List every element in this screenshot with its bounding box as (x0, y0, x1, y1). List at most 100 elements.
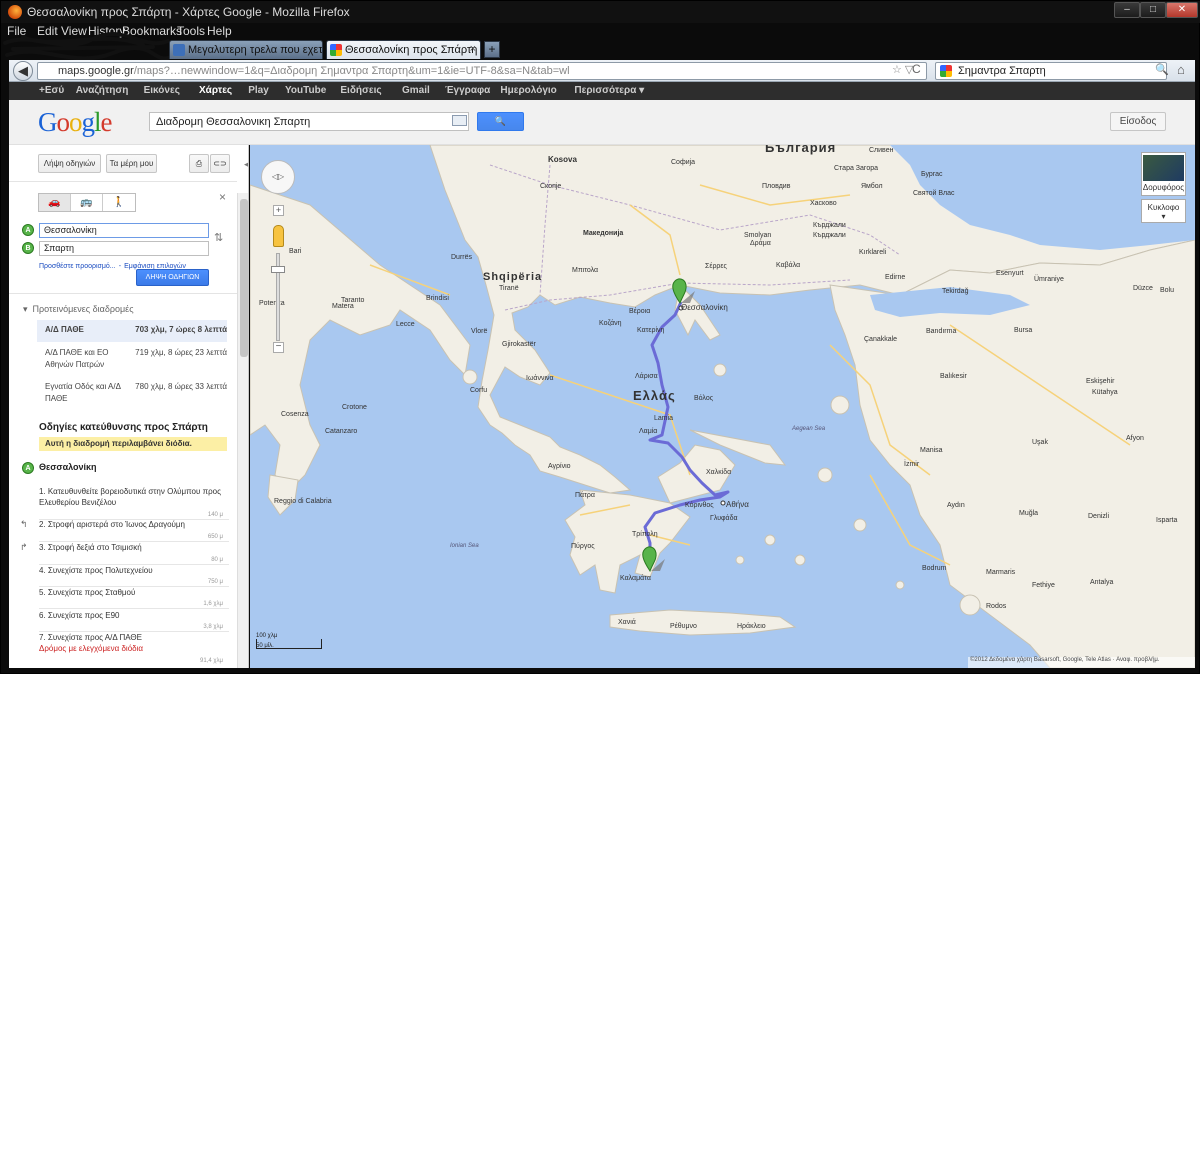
step-text: 1. Κατευθυνθείτε βορειοδυτικά στην Ολύμπ… (39, 487, 221, 507)
link-icon[interactable]: ⊂⊃ (210, 154, 230, 173)
direction-step[interactable]: 7. Συνεχίστε προς Α/Δ ΠΑΘΕ Δρόμος με ελε… (39, 632, 229, 664)
city-label: Σέρρες (705, 263, 727, 270)
city-label: Durrës (451, 254, 473, 261)
direction-step[interactable]: 6. Συνεχίστε προς E90 3,8 χλμ (39, 610, 229, 632)
step-distance: 91,4 χλμ (200, 658, 223, 664)
home-icon[interactable]: ⌂ (1177, 62, 1185, 77)
my-places-tab[interactable]: Τα μέρη μου (106, 154, 157, 173)
satellite-thumbnail (1143, 155, 1184, 181)
walk-mode-icon[interactable]: 🚶 (103, 194, 135, 211)
city-label: Γλυφάδα (710, 515, 738, 522)
google-bar-item[interactable]: Gmail (402, 85, 430, 96)
title-bar[interactable]: Θεσσαλονίκη προς Σπάρτη - Χάρτες Google … (1, 1, 1200, 23)
city-label: Vlorë (471, 328, 488, 335)
tab-label: Θεσσαλονίκη προς Σπάρτη -... (345, 44, 481, 56)
pan-control[interactable]: ◁▷ (261, 160, 295, 194)
google-bar-item[interactable]: Περισσότερα ▾ (574, 85, 644, 96)
new-tab-button[interactable]: + (484, 41, 500, 58)
corfu-land (462, 369, 478, 385)
maximize-button[interactable]: □ (1140, 2, 1166, 18)
route-info: 780 χλμ, 8 ώρες 33 λεπτά (135, 382, 227, 391)
zoom-out-button[interactable]: − (273, 342, 284, 353)
satellite-label: Δορυφόρος (1142, 183, 1185, 192)
search-go-icon[interactable]: 🔍 (1155, 63, 1169, 76)
google-bar-item[interactable]: Ειδήσεις (340, 85, 381, 96)
reload-icon[interactable]: C (912, 62, 921, 76)
google-bar-item[interactable]: Εικόνες (144, 85, 180, 96)
route-option[interactable]: Α/Δ ΠΑΘΕ και ΕΟ Αθηνών Πατρών 719 χλμ, 8… (37, 343, 227, 373)
sign-in-button[interactable]: Είσοδος (1110, 112, 1166, 131)
back-button[interactable]: ◀ (13, 61, 33, 81)
direction-step[interactable]: ↱ 3. Στροφή δεξιά στο Τσιμισκή 80 μ (20, 542, 229, 565)
google-logo[interactable]: Google (38, 107, 112, 138)
google-bar-item[interactable]: Χάρτες (199, 85, 232, 96)
city-dot (720, 500, 726, 506)
collapse-panel-icon[interactable]: ◀ (244, 159, 248, 170)
close-window-button[interactable]: ✕ (1166, 2, 1198, 18)
city-label: Хасково (810, 200, 837, 207)
route-option[interactable]: Εγνατία Οδός και Α/Δ ΠΑΘΕ 780 χλμ, 8 ώρε… (37, 377, 227, 407)
city-label: Κατερίνη (637, 327, 665, 334)
pegman-icon[interactable] (273, 225, 284, 247)
map-canvas[interactable]: България Ελλάς Shqipëria Aegean Sea Ioni… (250, 145, 1195, 668)
step-text: 4. Συνεχίστε προς Πολυτεχνείου (39, 566, 153, 575)
direction-step[interactable]: ↰ 2. Στροφή αριστερά στο Ίωνος Δραγούμη … (20, 519, 229, 542)
logo-letter: g (81, 107, 95, 137)
keyboard-icon[interactable] (452, 115, 467, 126)
suggested-routes-heading[interactable]: ▾ Προτεινόμενες διαδρομές (23, 304, 134, 315)
maps-search-input[interactable]: Διαδρομη Θεσσαλονικη Σπαρτη (149, 112, 469, 131)
zoom-control: + − (270, 205, 286, 357)
swap-icon[interactable]: ⇅ (214, 231, 223, 244)
google-bar-item[interactable]: Play (248, 85, 269, 96)
chios-land (817, 467, 833, 483)
menu-help[interactable]: Help (207, 24, 232, 38)
zoom-in-button[interactable]: + (273, 205, 284, 216)
google-search-engine-icon[interactable] (940, 65, 952, 77)
google-bar-item[interactable]: YouTube (285, 85, 326, 96)
tab-forum[interactable]: Μεγαλυτερη τρελα που εχετ... (169, 40, 323, 59)
panel-scrollbar[interactable] (237, 193, 248, 668)
city-label: Düzce (1133, 285, 1153, 292)
satellite-toggle[interactable]: Δορυφόρος (1141, 152, 1186, 196)
tab-google-maps[interactable]: Θεσσαλονίκη προς Σπάρτη -... × (326, 40, 481, 59)
direction-step[interactable]: 1. Κατευθυνθείτε βορειοδυτικά στην Ολύμπ… (39, 486, 229, 520)
firefox-icon (8, 5, 22, 19)
traffic-toggle[interactable]: Κυκλοφο ▾ (1141, 199, 1186, 223)
get-directions-button[interactable]: ΛΗΨΗ ΟΔΗΓΙΩΝ (136, 269, 209, 286)
bookmark-star-icon[interactable]: ☆ ▽ (892, 63, 913, 76)
google-bar-item[interactable]: Αναζήτηση (76, 85, 129, 96)
url-bar[interactable]: maps.google.gr/maps?…newwindow=1&q=Διαδρ… (37, 62, 927, 80)
car-mode-icon[interactable]: 🚗 (39, 194, 71, 211)
browser-search-input[interactable]: Σημαντρα Σπαρτη (935, 62, 1167, 80)
maps-search-button[interactable]: 🔍 (477, 112, 524, 131)
logo-letter: o (56, 107, 70, 137)
browser-window: Θεσσαλονίκη προς Σπάρτη - Χάρτες Google … (0, 0, 1200, 674)
zoom-slider-knob[interactable] (271, 266, 285, 273)
origin-input[interactable]: Θεσσαλονίκη (39, 223, 209, 238)
direction-step[interactable]: 4. Συνεχίστε προς Πολυτεχνείου 750 μ (39, 565, 229, 587)
city-label: Çanakkale (864, 336, 898, 343)
city-label: Fethiye (1032, 582, 1055, 589)
menu-tools[interactable]: Tools (177, 24, 205, 38)
kos-land (895, 580, 905, 590)
print-icon[interactable]: ⎙ (189, 154, 209, 173)
close-tab-icon[interactable]: × (470, 43, 476, 55)
destination-input[interactable]: Σπαρτη (39, 241, 209, 256)
route-option[interactable]: Α/Δ ΠΑΘΕ 703 χλμ, 7 ώρες 8 λεπτά (37, 320, 227, 342)
google-bar-item[interactable]: Έγγραφα (445, 85, 490, 96)
google-bar: +Εσύ Αναζήτηση Εικόνες Χάρτες Play YouTube Ειδ… (9, 82, 1195, 100)
get-directions-tab[interactable]: Λήψη οδηγιών (38, 154, 101, 173)
minimize-button[interactable]: – (1114, 2, 1140, 18)
transit-mode-icon[interactable]: 🚌 (71, 194, 103, 211)
google-bar-item[interactable]: Ημερολόγιο (500, 85, 556, 96)
add-destination-link[interactable]: Προσθέστε προορισμό... (39, 263, 116, 270)
city-label: Corfu (470, 387, 488, 394)
step-text: 6. Συνεχίστε προς E90 (39, 611, 120, 620)
maps-header: Google Διαδρομη Θεσσαλονικη Σπαρτη 🔍 Είσ… (9, 100, 1195, 145)
close-directions-icon[interactable]: × (219, 190, 226, 204)
city-label: Rodos (986, 603, 1007, 610)
region-label: Kosova (548, 155, 577, 164)
scrollbar-thumb[interactable] (240, 199, 248, 357)
direction-step[interactable]: 5. Συνεχίστε προς Σταθμού 1,6 χλμ (39, 587, 229, 609)
google-bar-item[interactable]: +Εσύ (39, 85, 64, 96)
